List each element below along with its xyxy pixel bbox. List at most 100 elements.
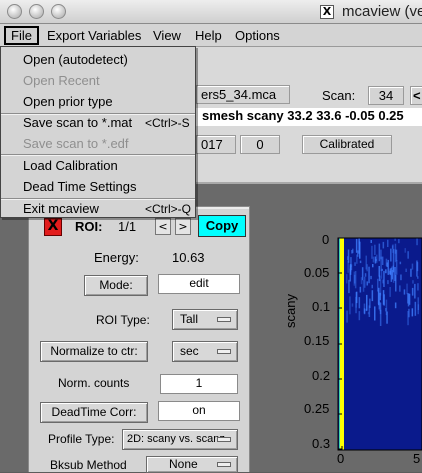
menu-exit[interactable]: Exit mcaview [23, 201, 99, 216]
heatmap-speckle [378, 243, 381, 262]
menu-save-edf: Save scan to *.edf [23, 136, 129, 151]
heatmap-speckle [366, 281, 368, 286]
menu-open-autodetect[interactable]: Open (autodetect) [23, 52, 128, 67]
heatmap-speckle [358, 297, 361, 309]
heatmap-speckle [358, 311, 361, 321]
menu-exit-shortcut: <Ctrl>-Q [145, 202, 192, 216]
heatmap-speckle [379, 302, 381, 312]
heatmap-speckle [379, 279, 382, 296]
heatmap-speckle [417, 304, 420, 310]
heatmap-speckle [348, 279, 350, 294]
heatmap-speckle [371, 245, 373, 259]
heatmap-speckle [366, 294, 368, 311]
menu-open-recent: Open Recent [23, 73, 100, 88]
heatmap-speckle [359, 260, 362, 264]
heatmap-speckle [357, 250, 359, 257]
heatmap-speckle [381, 256, 384, 265]
heatmap-speckle [394, 302, 397, 309]
heatmap-speckle [377, 290, 380, 305]
heatmap-speckle [370, 275, 372, 280]
heatmap-speckle [398, 239, 400, 244]
heatmap-speckle [358, 238, 360, 254]
heatmap-speckle [399, 285, 401, 292]
heatmap-speckle [399, 261, 402, 265]
menu-save-mat[interactable]: Save scan to *.mat [23, 115, 132, 130]
heatmap-speckle [354, 262, 356, 266]
heatmap-speckle [347, 256, 349, 261]
heatmap-speckle [392, 267, 395, 283]
heatmap-speckle [417, 283, 419, 291]
heatmap-speckle [392, 248, 395, 266]
menu-save-mat-shortcut: <Ctrl>-S [145, 116, 190, 130]
heatmap-speckle [379, 309, 382, 326]
menu-open-prior-type[interactable]: Open prior type [23, 94, 113, 109]
heatmap-speckle [407, 251, 409, 259]
heatmap-speckle [416, 238, 418, 246]
heatmap-speckle [389, 270, 391, 275]
heatmap-area [337, 237, 422, 451]
heatmap-speckle [414, 283, 416, 299]
heatmap-speckle [404, 248, 406, 253]
heatmap-speckle [349, 296, 351, 315]
heatmap-speckle [407, 293, 410, 307]
heatmap-speckle [355, 291, 358, 304]
heatmap-speckle [359, 286, 362, 293]
heatmap-speckle [376, 254, 378, 263]
menu-dead-time-settings[interactable]: Dead Time Settings [23, 179, 136, 194]
heatmap-speckle [366, 264, 368, 272]
menu-separator [1, 154, 195, 156]
heatmap-speckle [374, 256, 377, 264]
heatmap-speckle [378, 266, 380, 277]
heatmap-speckle [362, 280, 365, 292]
heatmap-speckle [408, 308, 410, 318]
heatmap-speckle [391, 270, 393, 280]
heatmap-speckle [387, 280, 389, 285]
heatmap-speckle [380, 256, 382, 272]
heatmap-speckle [368, 266, 370, 284]
heatmap-speckle [369, 298, 371, 308]
heatmap-speckle [370, 240, 372, 243]
heatmap-speckle [350, 257, 352, 267]
heatmap-speckle [390, 248, 392, 262]
heatmap-speckle [394, 238, 396, 241]
heatmap-speckle [372, 264, 374, 268]
heatmap-speckle [385, 269, 387, 274]
heatmap-speckle [387, 239, 389, 247]
heatmap-speckle [347, 261, 349, 273]
menu-load-calibration[interactable]: Load Calibration [23, 158, 118, 173]
heatmap-speckle [346, 310, 348, 323]
heatmap-speckle [410, 268, 412, 277]
heatmap-speckle [371, 284, 373, 289]
heatmap-speckle [412, 280, 414, 284]
heatmap-speckle [403, 289, 406, 295]
heatmap-speckle [380, 270, 383, 279]
heatmap-speckle [411, 263, 414, 270]
heatmap-speckle [365, 309, 368, 312]
heatmap-speckle [391, 245, 394, 249]
heatmap-speckle [374, 244, 376, 255]
heatmap-speckle [346, 274, 348, 284]
heatmap-speckle [385, 258, 388, 267]
heatmap-speckle [374, 306, 376, 321]
heatmap-speckle [372, 256, 375, 263]
heatmap-speckle [378, 278, 381, 282]
heatmap-speckle [353, 271, 356, 286]
heatmap-speckle [351, 250, 353, 254]
heatmap-speckle [382, 241, 385, 249]
heatmap-speckle [383, 270, 385, 287]
heatmap-speckle [367, 312, 370, 315]
heatmap-speckle [383, 294, 385, 306]
heatmap-speckle [391, 266, 393, 270]
heatmap-speckle [385, 308, 387, 312]
heatmap-speckle [364, 273, 367, 277]
heatmap-speckle [360, 277, 363, 285]
heatmap-speckle [406, 283, 408, 295]
heatmap-speckle [371, 290, 374, 302]
heatmap-speckle [347, 249, 350, 263]
heatmap-speckle [416, 260, 418, 277]
heatmap-speckle [395, 260, 398, 275]
heatmap-speckle [387, 259, 389, 275]
heatmap-speckle [351, 303, 354, 307]
heatmap-speckle [411, 308, 414, 317]
heatmap-speckle [394, 267, 396, 281]
